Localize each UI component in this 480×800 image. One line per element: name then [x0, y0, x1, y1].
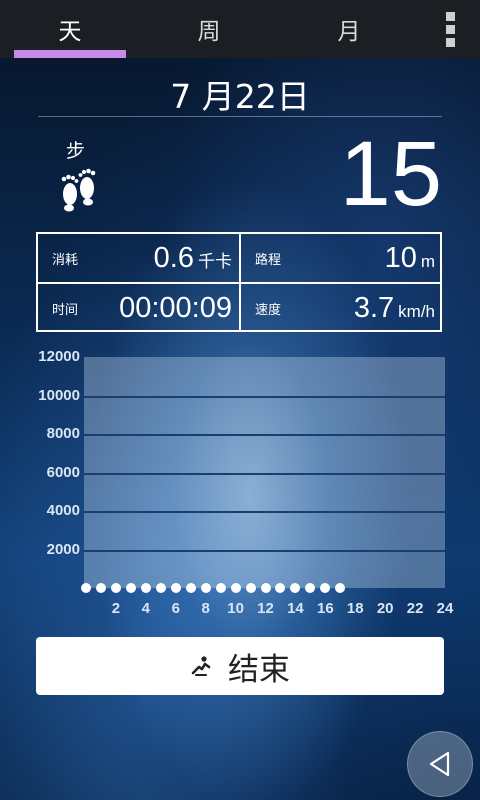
data-point: [200, 583, 211, 593]
divider: [38, 116, 442, 117]
y-tick-label: 6000: [46, 463, 80, 481]
y-tick-label: 8000: [46, 425, 80, 442]
speed-cell: 速度 3.7 km/h: [241, 284, 441, 332]
distance-label: 路程: [255, 252, 282, 268]
x-tick-label: 6: [171, 600, 180, 617]
speed-label: 速度: [255, 302, 282, 318]
x-tick-label: 24: [436, 600, 454, 617]
x-tick-label: 22: [406, 600, 424, 617]
data-point: [290, 583, 301, 593]
data-point: [320, 583, 331, 593]
data-point: [81, 583, 91, 593]
stats-grid: 消耗 0.6 千卡 路程 10 m 时间 00:00:09 速度 3.7 km/h: [36, 232, 442, 332]
back-triangle-icon: [429, 751, 450, 777]
steps-label: 步: [66, 140, 86, 162]
data-point: [155, 583, 166, 593]
top-tab-bar: 天 周 月: [0, 0, 480, 58]
end-button[interactable]: 结束: [36, 637, 444, 695]
y-tick-label: 4000: [46, 502, 80, 519]
speed-value: 3.7: [353, 291, 395, 324]
gridline: [84, 511, 445, 513]
steps-count: 15: [339, 123, 442, 225]
tab-month[interactable]: 月: [290, 0, 408, 58]
x-tick-label: 4: [141, 600, 150, 617]
distance-cell: 路程 10 m: [241, 234, 441, 282]
end-button-label: 结束: [228, 651, 290, 688]
data-point: [230, 583, 241, 593]
time-value: 00:00:09: [119, 291, 232, 324]
active-tab-indicator: [14, 50, 126, 58]
data-point: [305, 583, 316, 593]
x-tick-label: 16: [316, 600, 334, 617]
data-point: [125, 583, 136, 593]
data-point: [110, 583, 121, 593]
x-tick-label: 14: [287, 600, 304, 617]
y-tick-label: 10000: [38, 386, 80, 404]
distance-value: 10: [384, 241, 417, 274]
time-cell: 时间 00:00:09: [38, 284, 238, 332]
data-point: [170, 583, 181, 593]
data-point: [260, 583, 271, 593]
data-point: [185, 583, 196, 593]
x-tick-label: 12: [257, 600, 274, 617]
data-point: [215, 583, 226, 593]
distance-unit: m: [420, 251, 435, 271]
calories-value: 0.6: [153, 241, 194, 274]
data-point: [275, 583, 286, 593]
gridline: [84, 472, 445, 475]
y-tick-label: 12000: [38, 348, 80, 365]
gridline: [84, 395, 445, 398]
y-tick-label: 2000: [46, 540, 80, 558]
runner-icon: [191, 656, 211, 676]
x-tick-label: 2: [111, 600, 121, 617]
overflow-menu-icon[interactable]: [432, 8, 468, 50]
calories-unit: 千卡: [198, 251, 232, 271]
footprints-icon: [61, 168, 96, 212]
date-title: 7 月22日: [170, 77, 310, 116]
back-button[interactable]: [407, 731, 473, 797]
x-tick-label: 18: [346, 600, 364, 617]
calories-label: 消耗: [52, 252, 79, 268]
x-tick-label: 8: [201, 600, 210, 617]
speed-unit: km/h: [398, 301, 435, 321]
data-point: [245, 583, 256, 593]
data-point: [335, 583, 346, 593]
data-point: [95, 583, 106, 593]
tab-week[interactable]: 周: [150, 0, 268, 58]
calories-cell: 消耗 0.6 千卡: [38, 234, 238, 282]
data-point: [140, 583, 151, 593]
gridline: [84, 549, 445, 552]
x-tick-label: 10: [227, 600, 244, 617]
gridline: [84, 434, 445, 436]
time-label: 时间: [52, 302, 79, 318]
x-tick-label: 20: [376, 600, 394, 617]
